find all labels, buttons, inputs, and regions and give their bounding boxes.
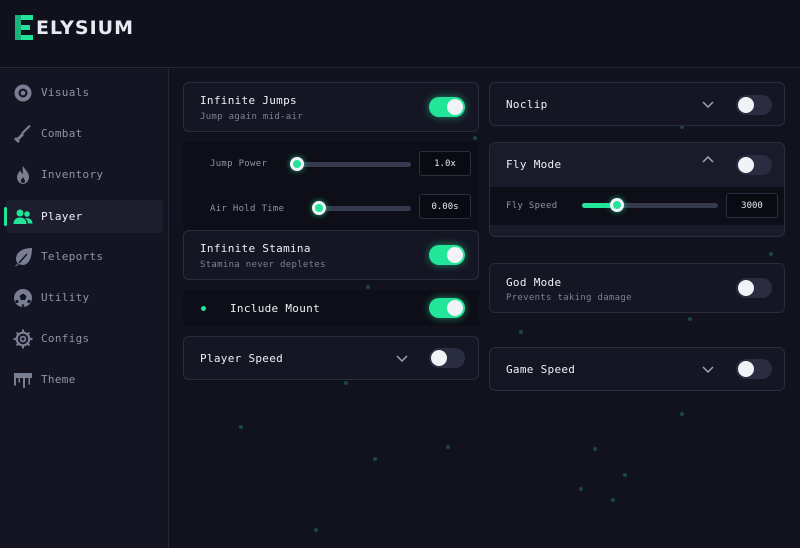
particle (366, 285, 370, 289)
toggle-knob (738, 97, 754, 113)
particle (579, 487, 583, 491)
header: ELYSIUM (0, 0, 800, 68)
infinite-jumps-title: Infinite Jumps (200, 94, 297, 107)
sidebar-item-combat[interactable]: Combat (6, 117, 163, 150)
god-mode-title: God Mode (506, 276, 562, 289)
toggle-knob (738, 361, 754, 377)
toggle-knob (431, 350, 447, 366)
eye-icon (14, 84, 32, 102)
particle (688, 317, 692, 321)
toggle-knob (738, 157, 754, 173)
bullet-dot-icon (201, 306, 206, 311)
sidebar-item-label: Teleports (41, 250, 104, 263)
leaf-icon (15, 248, 32, 267)
particle (344, 381, 348, 385)
sidebar-item-visuals[interactable]: Visuals (6, 76, 163, 109)
fly-mode-card: Fly Mode Fly Speed 3000 (489, 142, 785, 237)
sidebar-item-label: Inventory (41, 168, 104, 181)
fly-speed-label: Fly Speed (506, 201, 558, 211)
jump-power-label: Jump Power (210, 159, 268, 169)
particle (373, 457, 377, 461)
sidebar-item-label: Configs (41, 332, 90, 345)
game-speed-title: Game Speed (506, 363, 576, 376)
god-mode-card: God Mode Prevents taking damage (489, 263, 785, 313)
infinite-jumps-settings: Jump Power 1.0x Air Hold Time 0.00s (183, 142, 479, 230)
flame-icon (17, 166, 29, 184)
particle (519, 330, 523, 334)
soccer-ball-icon (14, 289, 32, 307)
god-mode-subtitle: Prevents taking damage (506, 293, 632, 303)
fly-mode-settings: Fly Speed 3000 (490, 187, 784, 225)
particle (473, 136, 477, 140)
toggle-knob (738, 280, 754, 296)
air-hold-time-label: Air Hold Time (210, 204, 285, 214)
sidebar-item-label: Utility (41, 291, 90, 304)
sidebar-item-theme[interactable]: Theme (6, 363, 163, 396)
main-panel: Infinite Jumps Jump again mid-air Jump P… (170, 69, 800, 548)
infinite-stamina-toggle[interactable] (429, 245, 465, 265)
chevron-down-icon[interactable] (702, 101, 714, 109)
game-speed-card[interactable]: Game Speed (489, 347, 785, 391)
god-mode-toggle[interactable] (736, 278, 772, 298)
infinite-stamina-subtitle: Stamina never depletes (200, 260, 326, 270)
noclip-title: Noclip (506, 98, 548, 111)
fly-speed-slider[interactable] (582, 198, 718, 212)
include-mount-toggle[interactable] (429, 298, 465, 318)
sidebar-item-teleports[interactable]: Teleports (6, 240, 163, 273)
particle (593, 447, 597, 451)
fly-speed-value[interactable]: 3000 (726, 193, 778, 218)
noclip-toggle[interactable] (736, 95, 772, 115)
sidebar-item-label: Player (41, 210, 83, 223)
infinite-jumps-toggle[interactable] (429, 97, 465, 117)
air-hold-time-slider[interactable] (312, 201, 411, 215)
jump-power-value[interactable]: 1.0x (419, 151, 471, 176)
toggle-knob (447, 247, 463, 263)
infinite-jumps-subtitle: Jump again mid-air (200, 112, 303, 122)
paint-drip-icon (14, 373, 32, 389)
player-speed-toggle[interactable] (429, 348, 465, 368)
particle (680, 412, 684, 416)
particle (239, 425, 243, 429)
chevron-down-icon[interactable] (396, 355, 408, 363)
sidebar-item-label: Visuals (41, 86, 90, 99)
chevron-down-icon[interactable] (702, 366, 714, 374)
infinite-jumps-card: Infinite Jumps Jump again mid-air (183, 82, 479, 132)
game-speed-toggle[interactable] (736, 359, 772, 379)
air-hold-time-value[interactable]: 0.00s (419, 194, 471, 219)
gear-icon (13, 329, 33, 349)
player-speed-card[interactable]: Player Speed (183, 336, 479, 380)
particle (623, 473, 627, 477)
include-mount-title: Include Mount (230, 302, 320, 315)
sidebar-item-label: Theme (41, 373, 76, 386)
fly-mode-toggle[interactable] (736, 155, 772, 175)
particle (314, 528, 318, 532)
users-icon (13, 209, 33, 224)
sidebar-item-inventory[interactable]: Inventory (6, 158, 163, 191)
infinite-stamina-card: Infinite Stamina Stamina never depletes (183, 230, 479, 280)
jump-power-slider[interactable] (290, 157, 411, 171)
sidebar-item-configs[interactable]: Configs (6, 322, 163, 355)
toggle-knob (447, 300, 463, 316)
logo: ELYSIUM (13, 14, 134, 41)
slider-thumb[interactable] (610, 198, 625, 212)
particle (611, 498, 615, 502)
infinite-stamina-title: Infinite Stamina (200, 242, 311, 255)
app-title: ELYSIUM (36, 16, 134, 39)
particle (769, 252, 773, 256)
slider-thumb[interactable] (290, 157, 304, 171)
fly-mode-title: Fly Mode (506, 158, 562, 171)
sword-icon (14, 125, 31, 143)
slider-thumb[interactable] (312, 201, 326, 215)
sidebar-item-player[interactable]: Player (4, 200, 163, 233)
sidebar-item-label: Combat (41, 127, 83, 140)
noclip-card[interactable]: Noclip (489, 82, 785, 126)
toggle-knob (447, 99, 463, 115)
sidebar-item-utility[interactable]: Utility (6, 281, 163, 314)
sidebar: Visuals Combat Inventory Player Teleport… (0, 69, 169, 548)
elysium-logo-icon (15, 15, 33, 40)
include-mount-row: Include Mount (183, 290, 479, 326)
particle (446, 445, 450, 449)
chevron-up-icon[interactable] (702, 155, 714, 163)
player-speed-title: Player Speed (200, 352, 284, 365)
